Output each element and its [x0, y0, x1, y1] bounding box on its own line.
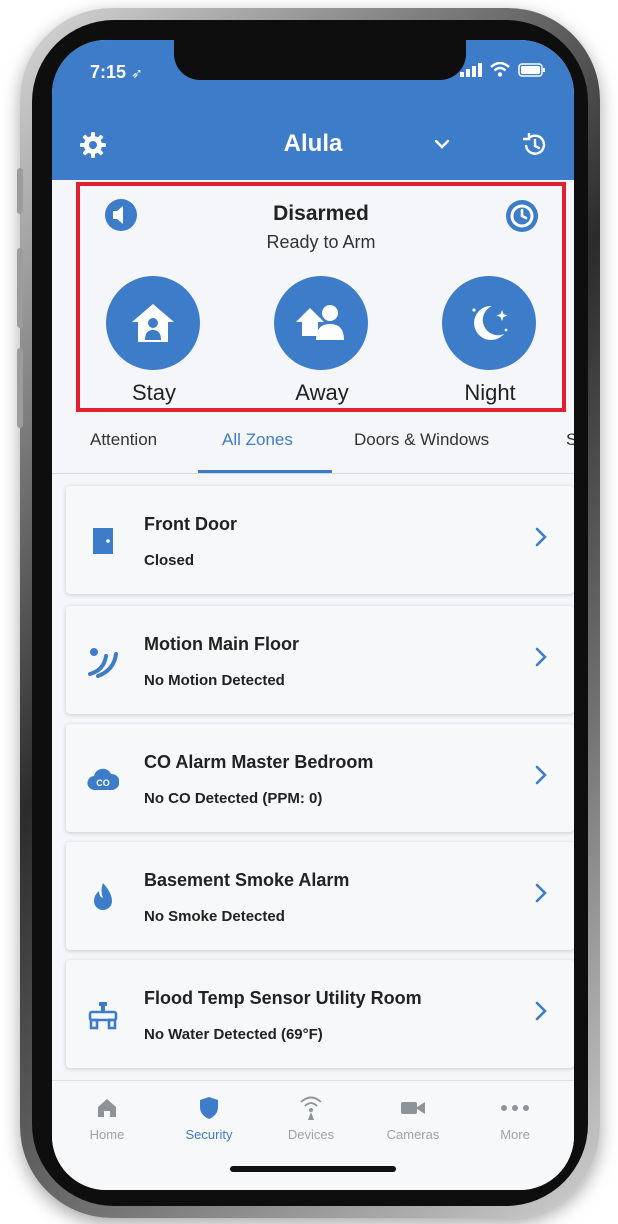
zone-row-flood-temp[interactable]: Flood Temp Sensor Utility Room No Water … — [66, 960, 574, 1068]
status-time: 7:15 ➶ — [90, 62, 143, 83]
svg-text:CO: CO — [96, 778, 110, 788]
zone-row-co-alarm[interactable]: CO CO Alarm Master Bedroom No CO Detecte… — [66, 724, 574, 832]
zone-status: No Motion Detected — [144, 672, 285, 689]
location-arrow-icon: ➶ — [131, 65, 143, 81]
more-dots-icon — [470, 1093, 560, 1123]
zone-status: No Water Detected (69°F) — [144, 1026, 323, 1043]
zone-status: Closed — [144, 552, 195, 569]
night-mode-label: Night — [464, 380, 516, 405]
phone-notch — [174, 40, 466, 80]
chevron-right-icon[interactable] — [534, 526, 548, 553]
night-mode-button[interactable]: Night — [442, 276, 538, 406]
tab-doors-windows[interactable]: Doors & Windows — [354, 430, 489, 450]
nav-devices-label: Devices — [287, 1127, 335, 1142]
clock-icon[interactable] — [504, 198, 540, 239]
nav-more[interactable]: More — [470, 1093, 560, 1142]
status-time-text: 7:15 — [90, 62, 127, 82]
phone-side-button — [17, 168, 23, 214]
battery-icon — [518, 62, 545, 77]
chevron-right-icon[interactable] — [534, 646, 548, 673]
zone-name: Front Door — [144, 514, 237, 534]
nav-security-label: Security — [185, 1127, 233, 1142]
tab-smoke[interactable]: Sm — [566, 430, 574, 450]
nav-cameras-label: Cameras — [386, 1127, 440, 1142]
nav-cameras[interactable]: Cameras — [368, 1093, 458, 1142]
chevron-right-icon[interactable] — [534, 882, 548, 909]
wifi-icon — [490, 62, 510, 77]
zone-row-basement-smoke[interactable]: Basement Smoke Alarm No Smoke Detected — [66, 842, 574, 950]
zone-name: CO Alarm Master Bedroom — [144, 752, 374, 772]
away-mode-label: Away — [295, 380, 349, 405]
active-tab-indicator — [198, 470, 332, 473]
status-icons — [460, 62, 546, 77]
nav-security[interactable]: Security — [164, 1093, 254, 1142]
home-indicator[interactable] — [230, 1166, 396, 1172]
chevron-right-icon[interactable] — [534, 764, 548, 791]
history-icon[interactable] — [520, 130, 550, 165]
phone-volume-down-button — [17, 348, 23, 428]
tab-attention[interactable]: Attention — [90, 430, 157, 450]
motion-icon — [86, 644, 120, 678]
flame-icon — [86, 880, 120, 914]
moon-stars-icon — [472, 305, 508, 340]
app-screen: 7:15 ➶ Alula Disarmed Ready to Arm Stay … — [52, 40, 574, 1190]
wifi-tower-icon — [266, 1093, 356, 1123]
zone-row-motion-main-floor[interactable]: Motion Main Floor No Motion Detected — [66, 606, 574, 714]
chevron-right-icon[interactable] — [534, 1000, 548, 1027]
zone-name: Flood Temp Sensor Utility Room — [144, 988, 422, 1008]
zone-row-front-door[interactable]: Front Door Closed — [66, 486, 574, 594]
stay-mode-label: Stay — [131, 380, 177, 405]
zone-name: Basement Smoke Alarm — [144, 870, 350, 890]
chevron-down-icon[interactable] — [434, 136, 450, 154]
nav-devices[interactable]: Devices — [266, 1093, 356, 1142]
camera-icon — [368, 1093, 458, 1123]
arm-substatus: Ready to Arm — [266, 232, 376, 252]
nav-home-label: Home — [89, 1127, 125, 1142]
phone-volume-up-button — [17, 248, 23, 328]
zone-status: No CO Detected (PPM: 0) — [144, 790, 323, 807]
shield-icon — [164, 1093, 254, 1123]
co-cloud-icon: CO — [86, 762, 120, 796]
person-leaving-icon — [296, 305, 344, 340]
away-mode-button[interactable]: Away — [274, 276, 370, 406]
stay-mode-button[interactable]: Stay — [106, 276, 202, 406]
arm-status: Disarmed — [273, 202, 369, 225]
away-mode-circle[interactable] — [274, 276, 368, 370]
nav-home[interactable]: Home — [62, 1093, 152, 1142]
app-title[interactable]: Alula — [52, 130, 574, 158]
stay-mode-circle[interactable] — [106, 276, 200, 370]
zone-name: Motion Main Floor — [144, 634, 299, 654]
bottom-nav: Home Security Devices Cameras More — [52, 1080, 574, 1190]
home-icon — [62, 1093, 152, 1123]
zone-status: No Smoke Detected — [144, 908, 285, 925]
door-icon — [86, 524, 120, 558]
house-person-icon — [132, 304, 174, 342]
pipe-icon — [86, 998, 120, 1032]
zone-tabs: Attention All Zones Doors & Windows Sm — [52, 418, 574, 474]
night-mode-circle[interactable] — [442, 276, 536, 370]
arm-panel: Disarmed Ready to Arm Stay Away Night — [76, 182, 566, 412]
tab-all-zones[interactable]: All Zones — [222, 430, 293, 450]
nav-more-label: More — [500, 1127, 530, 1142]
